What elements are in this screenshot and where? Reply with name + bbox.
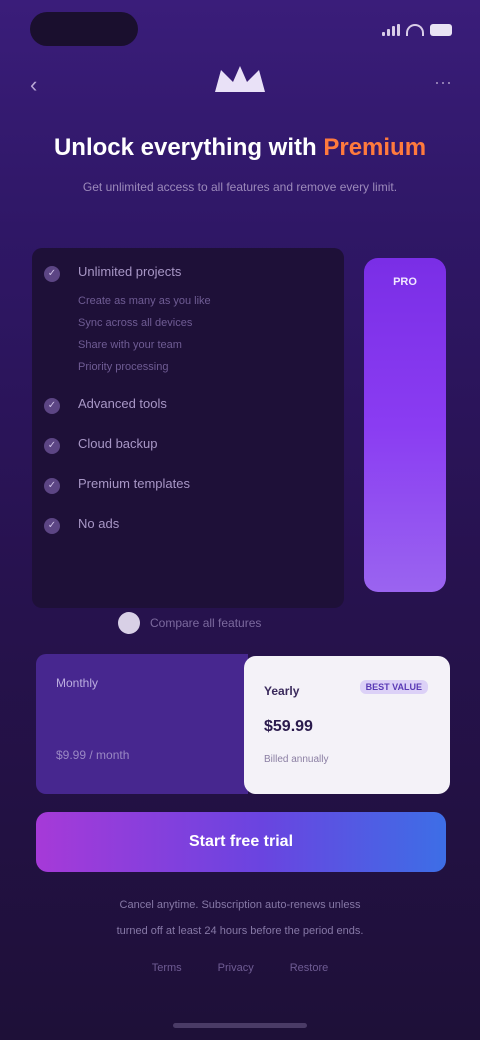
feature-item: ✓ Advanced tools bbox=[44, 396, 344, 414]
best-value-badge: BEST VALUE bbox=[359, 680, 428, 694]
feature-label: Unlimited projects bbox=[78, 264, 182, 279]
plan-monthly[interactable]: Monthly $9.99 / month bbox=[36, 654, 248, 794]
back-button[interactable]: ‹ bbox=[30, 72, 37, 98]
footer-links: Terms Privacy Restore bbox=[0, 962, 480, 974]
feature-item: ✓ No ads bbox=[44, 516, 344, 534]
signal-icon bbox=[382, 24, 400, 36]
plan-price: $59.99 bbox=[264, 718, 313, 735]
feature-item: ✓ Cloud backup bbox=[44, 436, 344, 454]
subtitle: Get unlimited access to all features and… bbox=[82, 180, 398, 194]
premium-column: PRO bbox=[364, 258, 446, 592]
wifi-icon bbox=[406, 24, 424, 36]
page-title: Unlock everything with Premium bbox=[0, 134, 480, 162]
compare-label: Compare all features bbox=[150, 616, 262, 630]
plan-name: Yearly bbox=[264, 684, 300, 698]
check-icon: ✓ bbox=[44, 478, 60, 494]
legal-text: Cancel anytime. Subscription auto-renews… bbox=[44, 892, 436, 944]
feature-label: Cloud backup bbox=[78, 436, 158, 451]
check-icon: ✓ bbox=[44, 518, 60, 534]
feature-description: Create as many as you like Sync across a… bbox=[78, 290, 344, 378]
feature-label: Advanced tools bbox=[78, 396, 167, 411]
plan-name: Monthly bbox=[56, 676, 99, 690]
feature-item: ✓ Unlimited projects bbox=[44, 264, 344, 282]
legal-line: turned off at least 24 hours before the … bbox=[116, 925, 364, 937]
title-main: Unlock everything with bbox=[53, 134, 317, 161]
status-icons bbox=[382, 24, 452, 36]
home-indicator bbox=[173, 1023, 307, 1028]
feature-label: No ads bbox=[78, 516, 120, 531]
dynamic-island bbox=[30, 12, 138, 46]
feature-label: Premium templates bbox=[78, 476, 190, 491]
start-trial-button[interactable]: Start free trial bbox=[36, 812, 446, 872]
feature-list: ✓ Unlimited projects Create as many as y… bbox=[44, 264, 344, 548]
feature-desc-line: Create as many as you like bbox=[78, 295, 211, 307]
plan-note: Billed annually bbox=[264, 754, 329, 765]
toggle-icon bbox=[118, 612, 140, 634]
plan-price: $9.99 / month bbox=[56, 748, 130, 762]
title-highlight: Premium bbox=[323, 134, 427, 161]
plan-yearly[interactable]: BEST VALUE Yearly $59.99 Billed annually bbox=[244, 656, 450, 794]
feature-desc-line: Priority processing bbox=[78, 361, 169, 373]
legal-line: Cancel anytime. Subscription auto-renews… bbox=[119, 899, 361, 911]
feature-item: ✓ Premium templates bbox=[44, 476, 344, 494]
feature-desc-line: Share with your team bbox=[78, 339, 182, 351]
terms-link[interactable]: Terms bbox=[152, 962, 182, 974]
status-bar bbox=[0, 0, 480, 56]
battery-icon bbox=[430, 24, 452, 36]
compare-toggle[interactable]: Compare all features bbox=[118, 612, 261, 634]
restore-link[interactable]: Restore bbox=[290, 962, 329, 974]
check-icon: ✓ bbox=[44, 398, 60, 414]
feature-desc-line: Sync across all devices bbox=[78, 317, 193, 329]
more-icon[interactable]: ··· bbox=[434, 72, 452, 93]
check-icon: ✓ bbox=[44, 266, 60, 282]
crown-icon bbox=[215, 66, 265, 92]
premium-column-label: PRO bbox=[393, 276, 417, 288]
check-icon: ✓ bbox=[44, 438, 60, 454]
privacy-link[interactable]: Privacy bbox=[218, 962, 254, 974]
